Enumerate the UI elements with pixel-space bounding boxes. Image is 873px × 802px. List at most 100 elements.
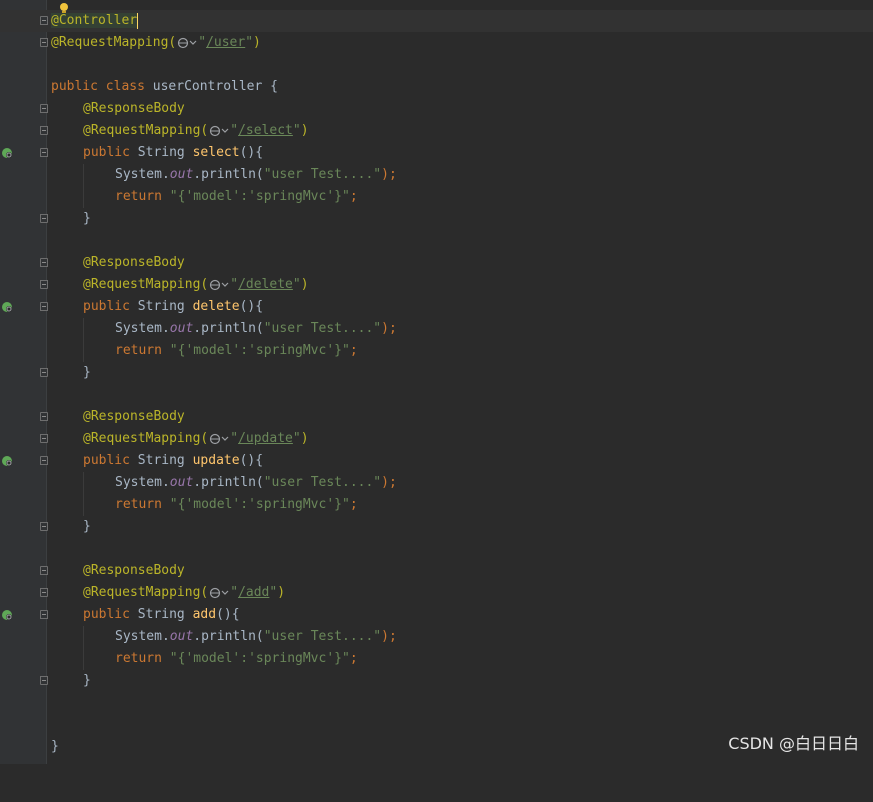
fold-marker[interactable]: [40, 368, 48, 377]
fold-marker[interactable]: [40, 16, 48, 25]
code-line[interactable]: @ResponseBody: [0, 252, 873, 274]
fold-marker[interactable]: [40, 104, 48, 113]
code-text: }: [83, 211, 91, 226]
code-text: @RequestMapping("/select"): [83, 123, 309, 138]
code-line[interactable]: System.out.println("user Test....");: [0, 626, 873, 648]
code-text: System.out.println("user Test....");: [115, 475, 397, 490]
code-text: System.out.println("user Test....");: [115, 629, 397, 644]
code-text: @ResponseBody: [83, 255, 185, 270]
code-text: public class userController {: [51, 79, 278, 94]
text-caret: [137, 12, 139, 29]
code-text: }: [83, 365, 91, 380]
fold-marker[interactable]: [40, 456, 48, 465]
code-line[interactable]: public String add(){: [0, 604, 873, 626]
code-line-2[interactable]: @RequestMapping("/user"): [0, 32, 873, 54]
code-line[interactable]: @ResponseBody: [0, 560, 873, 582]
web-endpoint-icon[interactable]: [209, 433, 229, 445]
controller-annotation: @Controller: [51, 13, 138, 28]
endpoint-url[interactable]: /select: [238, 123, 293, 138]
code-text: public String delete(){: [83, 299, 264, 314]
code-text: return "{'model':'springMvc'}";: [115, 651, 358, 666]
spring-bean-icon[interactable]: [1, 301, 13, 313]
endpoint-url[interactable]: /delete: [238, 277, 293, 292]
code-text: @ResponseBody: [83, 409, 185, 424]
fold-marker[interactable]: [40, 302, 48, 311]
code-line[interactable]: }: [0, 362, 873, 384]
code-text: return "{'model':'springMvc'}";: [115, 343, 358, 358]
code-text: System.out.println("user Test....");: [115, 167, 397, 182]
code-line[interactable]: System.out.println("user Test....");: [0, 472, 873, 494]
code-line[interactable]: return "{'model':'springMvc'}";: [0, 340, 873, 362]
indent-guide: [83, 626, 84, 670]
method-name: add: [192, 607, 217, 622]
code-line[interactable]: return "{'model':'springMvc'}";: [0, 648, 873, 670]
code-text: System.out.println("user Test....");: [115, 321, 397, 336]
fold-marker[interactable]: [40, 566, 48, 575]
fold-marker[interactable]: [40, 214, 48, 223]
web-endpoint-icon[interactable]: [209, 587, 229, 599]
code-line[interactable]: System.out.println("user Test....");: [0, 164, 873, 186]
code-text: @RequestMapping("/update"): [83, 431, 309, 446]
web-endpoint-icon[interactable]: [209, 125, 229, 137]
class-name: userController {: [152, 79, 278, 94]
code-text: @ResponseBody: [83, 101, 185, 116]
code-line[interactable]: @RequestMapping("/delete"): [0, 274, 873, 296]
endpoint-url[interactable]: /add: [238, 585, 269, 600]
code-text: @ResponseBody: [83, 563, 185, 578]
spring-bean-icon[interactable]: [1, 455, 13, 467]
code-text: public String add(){: [83, 607, 240, 622]
code-line[interactable]: public String delete(){: [0, 296, 873, 318]
fold-marker[interactable]: [40, 522, 48, 531]
code-text: }: [51, 739, 59, 754]
fold-marker[interactable]: [40, 148, 48, 157]
code-line[interactable]: @RequestMapping("/update"): [0, 428, 873, 450]
code-line[interactable]: @RequestMapping("/select"): [0, 120, 873, 142]
code-line[interactable]: return "{'model':'springMvc'}";: [0, 494, 873, 516]
code-line[interactable]: @RequestMapping("/add"): [0, 582, 873, 604]
code-line-1[interactable]: @Controller: [0, 3, 873, 32]
code-line[interactable]: public String select(){: [0, 142, 873, 164]
code-text: public String select(){: [83, 145, 264, 160]
code-text: }: [83, 519, 91, 534]
method-name: select: [192, 145, 240, 160]
code-text: return "{'model':'springMvc'}";: [115, 497, 358, 512]
code-line-class[interactable]: public class userController {: [0, 76, 873, 98]
indent-guide: [83, 318, 84, 362]
code-editor[interactable]: @Controller @RequestMapping("/user") pub…: [0, 0, 873, 764]
code-line[interactable]: }: [0, 516, 873, 538]
indent-guide: [83, 472, 84, 516]
code-text: @RequestMapping("/user"): [51, 35, 261, 50]
fold-marker[interactable]: [40, 38, 48, 47]
code-line[interactable]: }: [0, 208, 873, 230]
web-endpoint-icon[interactable]: [177, 37, 197, 49]
code-text: public String update(){: [83, 453, 264, 468]
fold-marker[interactable]: [40, 434, 48, 443]
code-line[interactable]: return "{'model':'springMvc'}";: [0, 186, 873, 208]
endpoint-url[interactable]: /user: [206, 35, 245, 50]
method-name: update: [192, 453, 240, 468]
web-endpoint-icon[interactable]: [209, 279, 229, 291]
spring-bean-icon[interactable]: [1, 147, 13, 159]
code-line[interactable]: public String update(){: [0, 450, 873, 472]
fold-marker[interactable]: [40, 588, 48, 597]
method-name: delete: [192, 299, 240, 314]
code-text: return "{'model':'springMvc'}";: [115, 189, 358, 204]
code-text: @RequestMapping("/add"): [83, 585, 286, 600]
fold-marker[interactable]: [40, 280, 48, 289]
code-line[interactable]: @ResponseBody: [0, 406, 873, 428]
indent-guide: [83, 164, 84, 208]
code-text: }: [83, 673, 91, 688]
code-text: @Controller: [51, 10, 139, 32]
fold-marker[interactable]: [40, 258, 48, 267]
fold-marker[interactable]: [40, 676, 48, 685]
fold-marker[interactable]: [40, 610, 48, 619]
endpoint-url[interactable]: /update: [238, 431, 293, 446]
code-line[interactable]: @ResponseBody: [0, 98, 873, 120]
spring-bean-icon[interactable]: [1, 609, 13, 621]
code-text: @RequestMapping("/delete"): [83, 277, 309, 292]
code-line[interactable]: System.out.println("user Test....");: [0, 318, 873, 340]
watermark: CSDN @白日日白: [728, 734, 859, 753]
code-line[interactable]: }: [0, 670, 873, 692]
fold-marker[interactable]: [40, 126, 48, 135]
fold-marker[interactable]: [40, 412, 48, 421]
